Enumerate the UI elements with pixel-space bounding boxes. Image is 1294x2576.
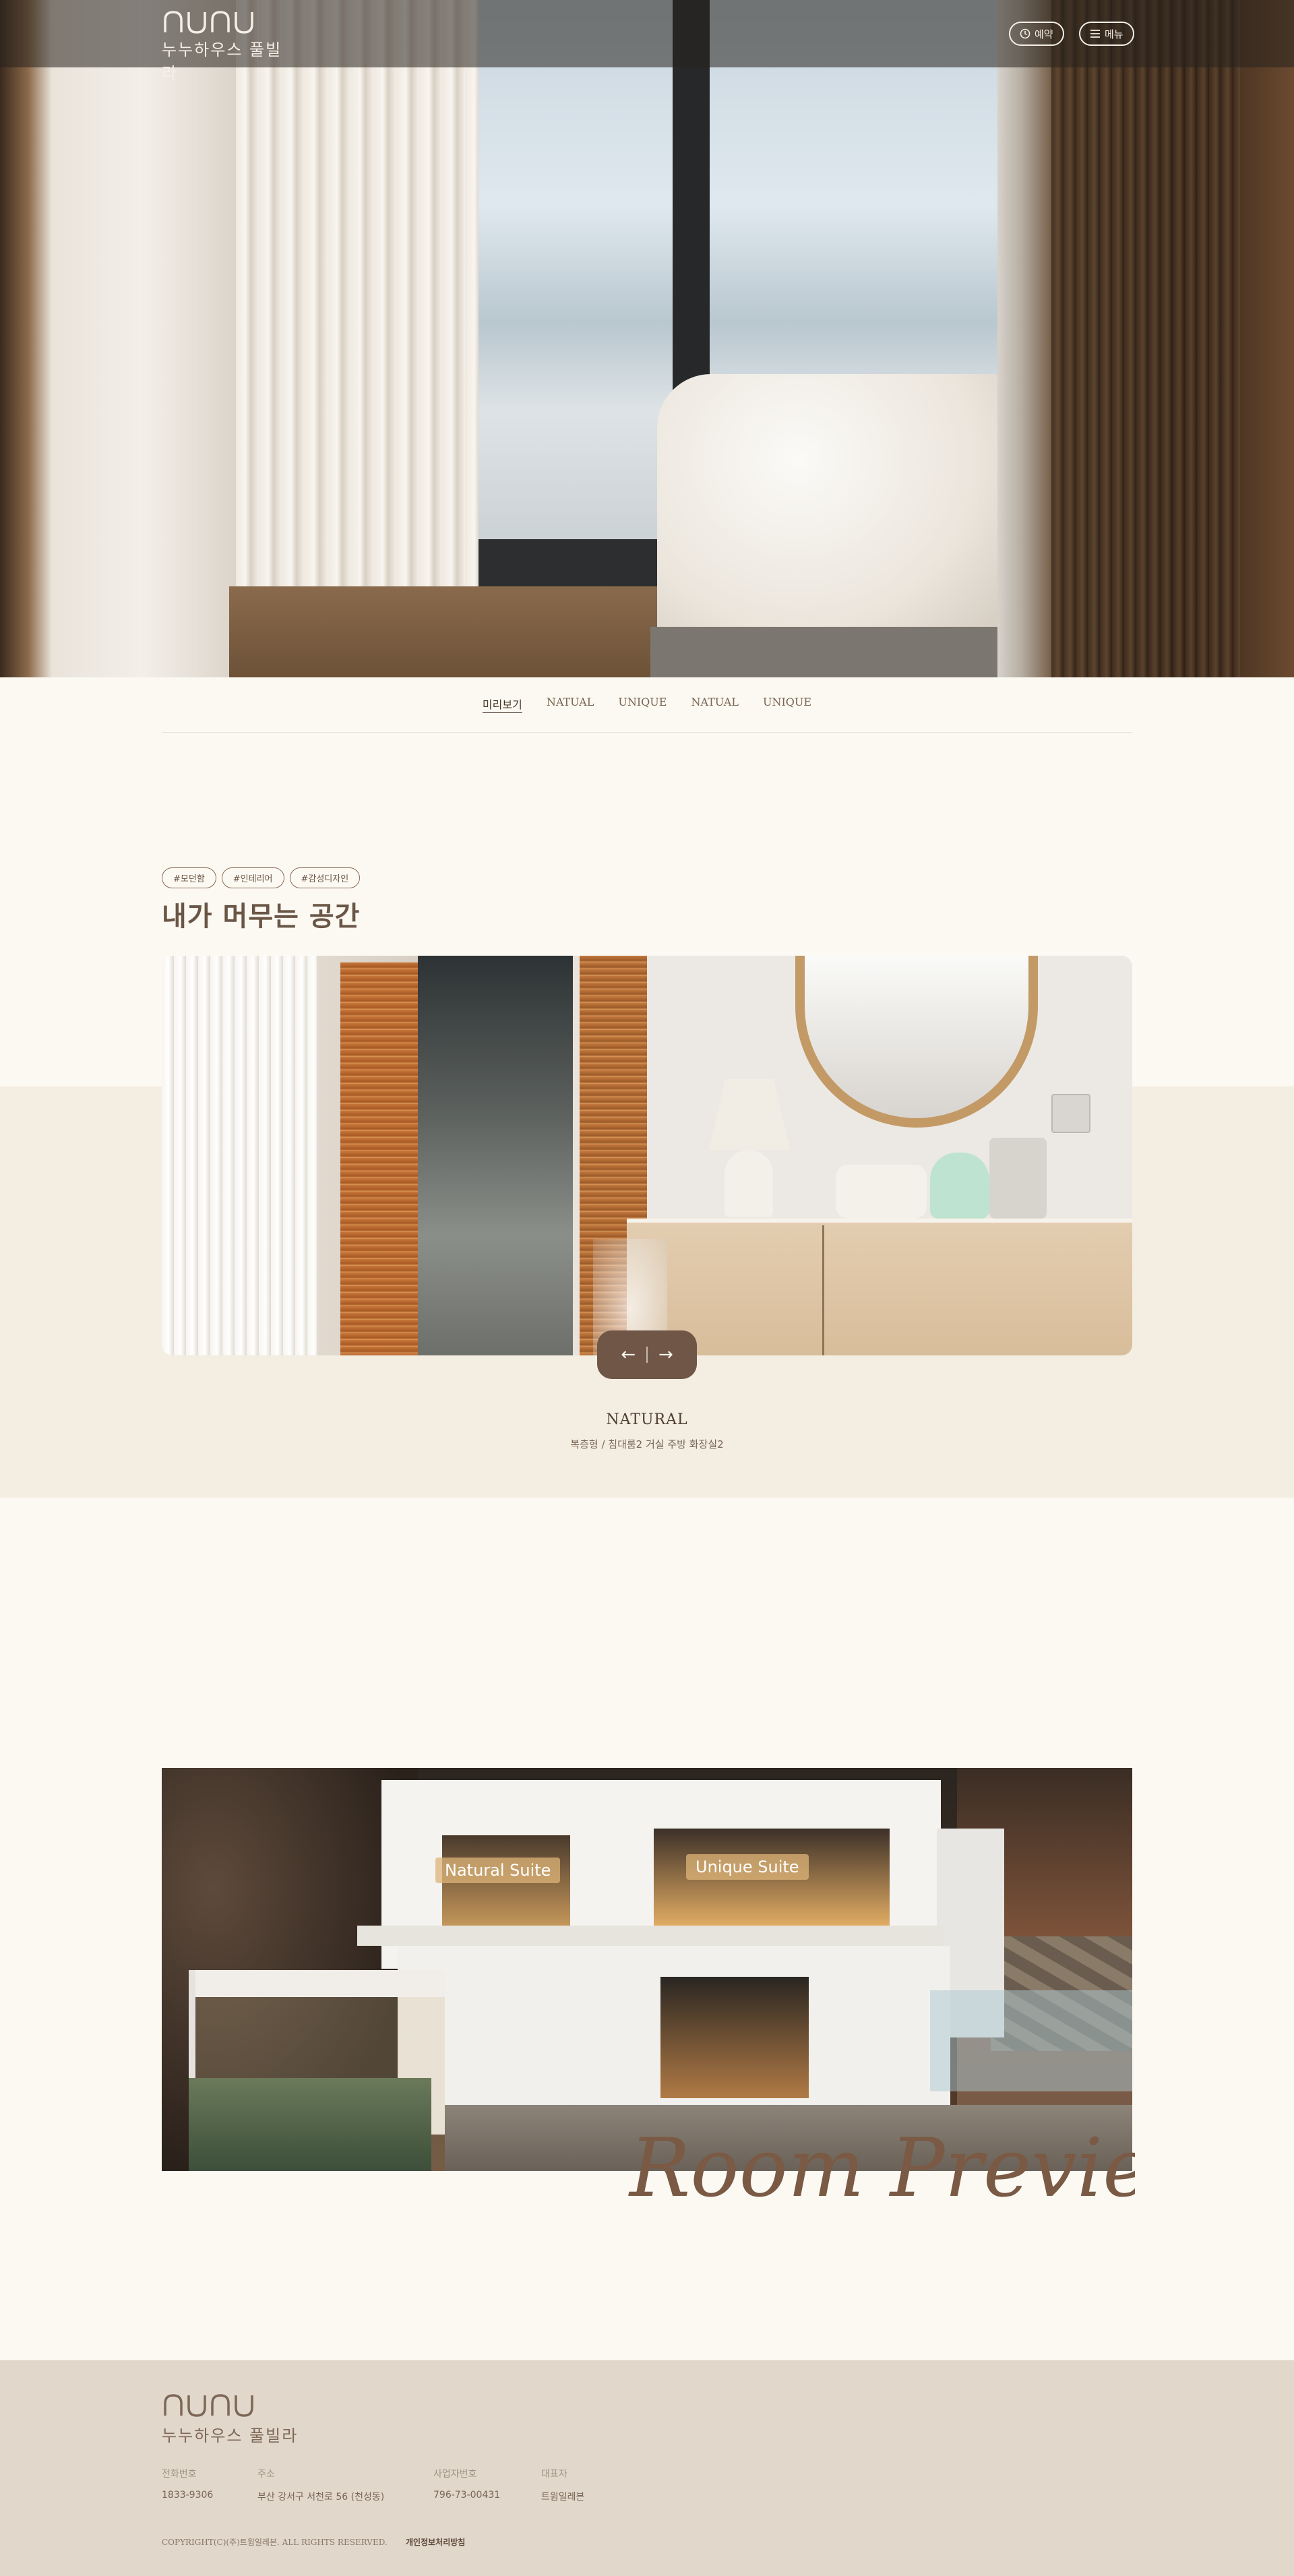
hashtag-interior[interactable]: #인테리어 bbox=[221, 867, 284, 888]
logo-mark-icon bbox=[164, 11, 253, 34]
hero-bed bbox=[657, 374, 1008, 657]
preview-sliding-door bbox=[660, 1977, 809, 2098]
hero-wall-left bbox=[0, 0, 236, 677]
gallery-shutter-left bbox=[340, 962, 418, 1355]
hero-curtain bbox=[236, 0, 492, 593]
hero-image bbox=[0, 0, 1294, 677]
unique-suite-label[interactable]: Unique Suite bbox=[686, 1854, 809, 1880]
preview-glass-rail bbox=[930, 1990, 1132, 2091]
gallery-light-switch bbox=[1051, 1094, 1090, 1133]
slider-separator bbox=[646, 1347, 648, 1363]
preview-pool bbox=[189, 2078, 431, 2171]
tab-unique-1[interactable]: UNIQUE bbox=[606, 686, 679, 733]
footer-bizno-value: 796-73-00431 bbox=[433, 2490, 501, 2501]
hamburger-icon bbox=[1090, 30, 1100, 38]
hashtag-list: #모던함 #인테리어 #감성디자인 bbox=[162, 867, 361, 888]
gallery-kettle bbox=[930, 1153, 989, 1219]
section-title: 내가 머무는 공간 bbox=[162, 901, 361, 932]
privacy-policy-link[interactable]: 개인정보처리방침 bbox=[406, 2536, 465, 2548]
footer-ceo-label: 대표자 bbox=[541, 2469, 567, 2480]
gallery-curtain bbox=[162, 956, 317, 1355]
gallery-lamp-base bbox=[725, 1150, 773, 1217]
gallery-glass-door bbox=[418, 956, 573, 1355]
gallery-cabinet-divider bbox=[822, 1225, 824, 1355]
site-header: 누누하우스 풀빌라 예약 메뉴 bbox=[0, 0, 1294, 83]
site-logo[interactable]: 누누하우스 풀빌라 bbox=[162, 8, 290, 83]
footer-ceo-value: 트윔일레븐 bbox=[541, 2492, 585, 2503]
script-text: Room Preview bbox=[628, 2122, 1135, 2215]
footer-phone: 전화번호 1833-9306 bbox=[162, 2467, 213, 2501]
tab-natual-1[interactable]: NATUAL bbox=[534, 686, 607, 733]
tab-preview[interactable]: 미리보기 bbox=[470, 686, 534, 733]
prev-arrow-icon[interactable]: ← bbox=[621, 1345, 636, 1365]
slider-controls: ← → bbox=[597, 1330, 697, 1379]
reserve-button[interactable]: 예약 bbox=[1009, 22, 1064, 46]
reserve-label: 예약 bbox=[1035, 28, 1053, 40]
preview-balcony bbox=[357, 1926, 944, 1946]
footer-bizno: 사업자번호 796-73-00431 bbox=[433, 2467, 500, 2501]
gallery-coffee-machine bbox=[989, 1138, 1047, 1219]
footer-logo-mark-icon bbox=[164, 2394, 253, 2417]
footer-phone-value: 1833-9306 bbox=[162, 2490, 214, 2501]
menu-label: 메뉴 bbox=[1105, 28, 1123, 40]
hero-wood-slats bbox=[1051, 0, 1240, 677]
room-gallery-image bbox=[162, 956, 1132, 1355]
tab-natual-2[interactable]: NATUAL bbox=[679, 686, 751, 733]
natural-suite-label[interactable]: Natural Suite bbox=[435, 1858, 561, 1883]
footer-logo-text: 누누하우스 풀빌라 bbox=[162, 2426, 299, 2445]
clock-icon bbox=[1020, 28, 1030, 39]
footer-address-label: 주소 bbox=[257, 2469, 275, 2480]
logo-text: 누누하우스 풀빌라 bbox=[162, 40, 282, 83]
footer-phone-label: 전화번호 bbox=[162, 2469, 197, 2480]
tab-unique-2[interactable]: UNIQUE bbox=[751, 686, 824, 733]
hashtag-design[interactable]: #감성디자인 bbox=[289, 867, 361, 888]
footer-copyright: COPYRIGHT(C)(주)트윔일레븐. ALL RIGHTS RESERVE… bbox=[162, 2538, 388, 2547]
room-description: 복층형 / 침대룸2 거실 주방 화장실2 bbox=[570, 1438, 724, 1450]
hashtag-modern[interactable]: #모던함 bbox=[162, 867, 216, 888]
footer-logo[interactable]: 누누하우스 풀빌라 bbox=[162, 2391, 298, 2446]
menu-button[interactable]: 메뉴 bbox=[1079, 22, 1134, 46]
tabs-divider bbox=[162, 732, 1132, 733]
hero-bed-base bbox=[650, 627, 1008, 677]
room-name: NATURAL bbox=[606, 1411, 688, 1428]
gallery-cabinet bbox=[627, 1219, 1132, 1355]
footer-bizno-label: 사업자번호 bbox=[433, 2469, 477, 2480]
next-arrow-icon[interactable]: → bbox=[658, 1345, 673, 1365]
room-tabs: 미리보기 NATUAL UNIQUE NATUAL UNIQUE bbox=[0, 686, 1294, 733]
footer-address: 주소 부산 강서구 서천로 56 (천성동) bbox=[257, 2467, 384, 2503]
footer-address-value: 부산 강서구 서천로 56 (천성동) bbox=[257, 2492, 385, 2503]
gallery-toaster bbox=[836, 1165, 927, 1219]
footer-ceo: 대표자 트윔일레븐 bbox=[541, 2467, 584, 2503]
room-preview-script: Room Preview bbox=[628, 2122, 1135, 2215]
